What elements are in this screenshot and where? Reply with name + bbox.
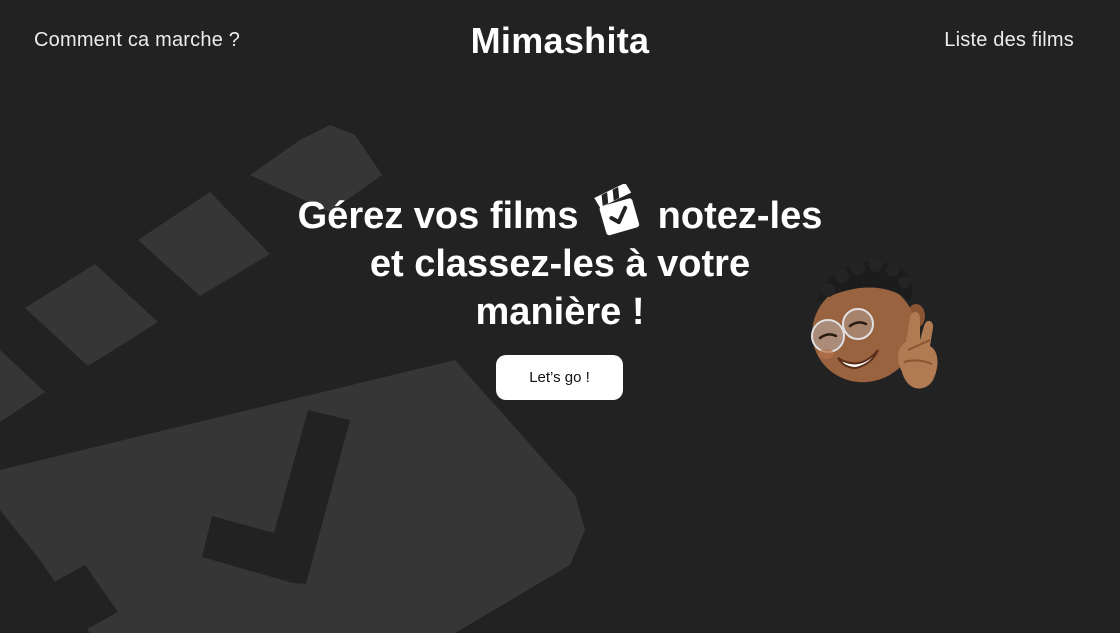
hero-line-1-end: notez-les: [657, 195, 823, 237]
lets-go-button[interactable]: Let’s go !: [496, 355, 623, 400]
hero-line-2: et classez-les à votre: [369, 243, 751, 285]
clapperboard-check-icon: [594, 184, 640, 236]
brand-name[interactable]: Mimashita: [471, 20, 650, 61]
hero-line-1-start: Gérez vos films: [297, 195, 579, 237]
hero-heading: Gérez vos films notez-les et classez-les…: [250, 184, 870, 336]
hero-line-3: manière !: [475, 291, 645, 333]
film-list-link[interactable]: Liste des films: [944, 29, 1074, 52]
avatar: [811, 258, 938, 389]
how-it-works-link[interactable]: Comment ca marche ?: [34, 29, 240, 52]
hero-line-1: Gérez vos films notez-les: [250, 184, 870, 240]
